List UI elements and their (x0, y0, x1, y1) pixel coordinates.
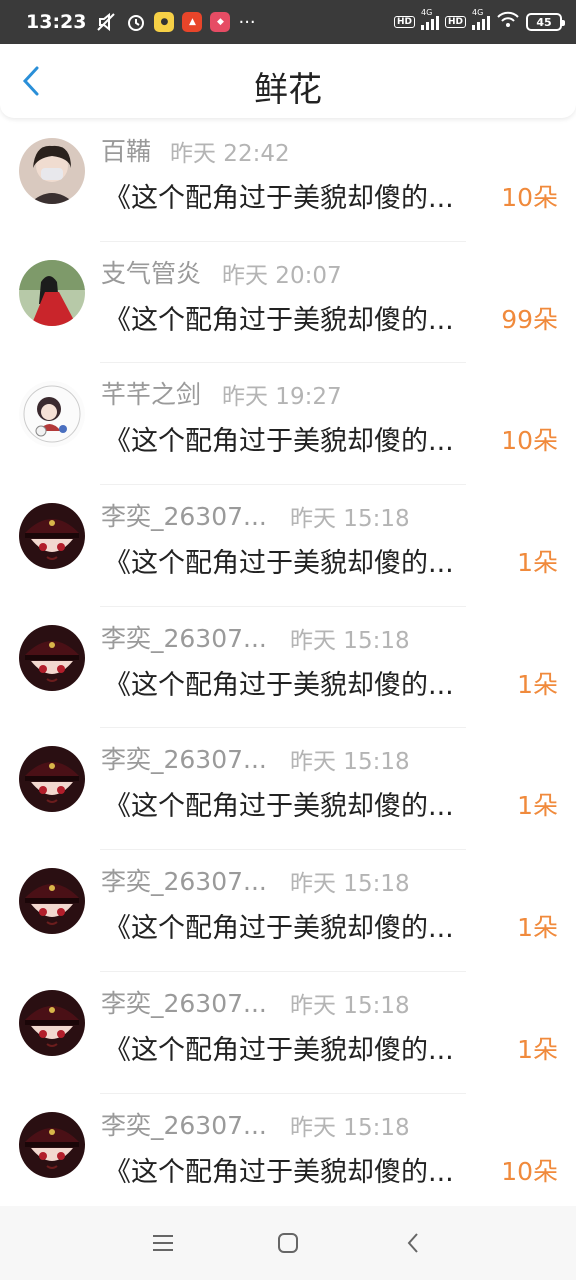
list-item[interactable]: 百鞴 昨天 22:42 《这个配角过于美貌却傻的... 10朵 (0, 120, 576, 242)
user-name[interactable]: 支气管炎 (101, 254, 201, 290)
battery-icon: 45 (526, 13, 565, 31)
user-name[interactable]: 芊芊之剑 (101, 375, 201, 411)
avatar[interactable] (19, 503, 85, 570)
user-name[interactable]: 李奕_26307... (101, 984, 267, 1020)
gift-time: 昨天 20:07 (222, 262, 342, 289)
flower-count: 1朵 (517, 669, 558, 699)
avatar[interactable] (19, 989, 85, 1056)
list-item[interactable]: 李奕_26307... 昨天 15:18 《这个配角过于美貌却傻的... 1朵 (0, 728, 576, 851)
avatar[interactable] (19, 624, 85, 691)
avatar[interactable] (19, 381, 85, 448)
list-item[interactable]: 芊芊之剑 昨天 19:27 《这个配角过于美貌却傻的... 10朵 (0, 363, 576, 486)
user-name[interactable]: 李奕_26307... (101, 862, 267, 898)
avatar[interactable] (19, 868, 85, 935)
gift-time: 昨天 15:18 (290, 1114, 410, 1141)
header: 鲜花 (0, 44, 576, 118)
flower-count: 99朵 (501, 304, 558, 334)
home-button[interactable] (268, 1223, 308, 1263)
flower-count: 1朵 (517, 791, 558, 821)
gift-time: 昨天 15:18 (290, 992, 410, 1019)
signal-icon: 4G (420, 8, 439, 30)
work-title[interactable]: 《这个配角过于美貌却傻的... (104, 906, 496, 945)
user-name[interactable]: 李奕_26307... (101, 619, 267, 655)
gift-time: 昨天 15:18 (290, 627, 410, 654)
signal-icon: 4G (472, 8, 490, 30)
gift-time: 昨天 22:42 (170, 141, 290, 167)
page-title: 鲜花 (254, 70, 322, 110)
work-title[interactable]: 《这个配角过于美貌却傻的... (104, 1028, 496, 1067)
mute-icon (96, 12, 118, 32)
work-title[interactable]: 《这个配角过于美貌却傻的... (104, 663, 496, 702)
home-icon (277, 1233, 298, 1253)
app-notification-icon: ◆ (210, 12, 231, 32)
avatar[interactable] (19, 138, 85, 204)
gift-time: 昨天 19:27 (222, 384, 342, 411)
status-bar: 13:23 ● ▲ ◆ ··· HD 4G HD 4G 45 (0, 0, 576, 44)
more-notifications-icon: ··· (238, 11, 256, 33)
flower-count: 10朵 (501, 426, 558, 456)
app-notification-icon: ● (154, 12, 175, 32)
work-title[interactable]: 《这个配角过于美貌却傻的... (104, 1150, 496, 1189)
back-icon (407, 1233, 419, 1253)
flower-list: 百鞴 昨天 22:42 《这个配角过于美貌却傻的... 10朵 支气管炎 昨天 20:07… (0, 120, 576, 1216)
work-title[interactable]: 《这个配角过于美貌却傻的... (104, 419, 496, 458)
gift-time: 昨天 15:18 (290, 506, 410, 533)
list-item[interactable]: 李奕_26307... 昨天 15:18 《这个配角过于美貌却傻的... 1朵 (0, 485, 576, 607)
gift-time: 昨天 15:18 (290, 871, 410, 898)
list-item[interactable]: 李奕_26307... 昨天 15:18 《这个配角过于美貌却傻的... 1朵 (0, 850, 576, 972)
alarm-icon (126, 12, 146, 32)
avatar[interactable] (19, 1111, 85, 1178)
hd-icon: HD (444, 16, 466, 28)
user-name[interactable]: 李奕_26307... (101, 1106, 267, 1142)
status-time: 13:23 (26, 11, 87, 33)
list-item[interactable]: 李奕_26307... 昨天 15:18 《这个配角过于美貌却傻的... 10朵 (0, 1094, 576, 1216)
avatar[interactable] (19, 746, 85, 813)
system-nav-bar (0, 1206, 576, 1280)
user-name[interactable]: 李奕_26307... (101, 740, 267, 776)
wifi-icon (496, 11, 520, 33)
work-title[interactable]: 《这个配角过于美貌却傻的... (104, 176, 496, 215)
menu-icon (152, 1235, 173, 1251)
list-item[interactable]: 李奕_26307... 昨天 15:18 《这个配角过于美貌却傻的... 1朵 (0, 607, 576, 729)
user-name[interactable]: 李奕_26307... (101, 497, 267, 533)
list-item[interactable]: 支气管炎 昨天 20:07 《这个配角过于美貌却傻的... 99朵 (0, 242, 576, 364)
work-title[interactable]: 《这个配角过于美貌却傻的... (104, 784, 496, 823)
hd-icon: HD (393, 16, 415, 28)
gift-time: 昨天 15:18 (290, 749, 410, 776)
flower-count: 1朵 (517, 1034, 558, 1064)
avatar[interactable] (19, 259, 85, 326)
list-item[interactable]: 李奕_26307... 昨天 15:18 《这个配角过于美貌却傻的... 1朵 (0, 972, 576, 1094)
work-title[interactable]: 《这个配角过于美貌却傻的... (104, 541, 496, 580)
work-title[interactable]: 《这个配角过于美貌却傻的... (104, 298, 496, 337)
flower-count: 1朵 (517, 913, 558, 943)
flower-count: 10朵 (501, 183, 558, 212)
flower-count: 10朵 (501, 1156, 558, 1186)
flower-count: 1朵 (517, 548, 558, 578)
menu-button[interactable] (143, 1223, 183, 1263)
back-nav-button[interactable] (393, 1223, 433, 1263)
user-name[interactable]: 百鞴 (101, 132, 151, 168)
app-notification-icon: ▲ (182, 12, 203, 32)
